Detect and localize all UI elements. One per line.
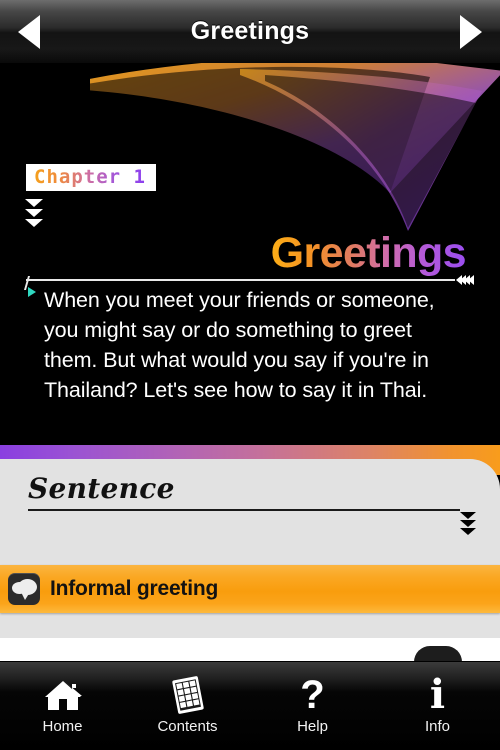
triangle-left-icon (18, 14, 40, 49)
tab-home[interactable]: Home (0, 662, 125, 750)
play-marker-icon (28, 287, 36, 297)
app-root: Greetings Chapter 1 Greetings When you m… (0, 0, 500, 750)
list-item[interactable]: Informal greeting (0, 565, 500, 613)
chevron-double-down-icon[interactable] (460, 512, 476, 535)
next-item-bump (414, 646, 462, 662)
chapter-badge: Chapter 1 (26, 164, 156, 192)
list-item-label: Informal greeting (50, 577, 219, 600)
tab-label: Home (42, 718, 83, 735)
tab-contents[interactable]: Contents (125, 662, 250, 750)
chevron-left-group-icon (456, 275, 474, 285)
info-i-icon: i (430, 674, 445, 716)
info-i-glyph: i (429, 671, 446, 718)
rule-line (26, 279, 455, 281)
question-mark-glyph: ? (300, 673, 325, 717)
chevron-double-down-icon (25, 199, 43, 227)
chapter-badge-label: Chapter 1 (34, 166, 146, 188)
sentence-header: Sentence (0, 472, 500, 535)
title-rule (26, 275, 474, 285)
tab-help[interactable]: ? Help (250, 662, 375, 750)
next-button[interactable] (452, 14, 482, 49)
lesson-title: Greetings (270, 229, 467, 277)
tab-label: Info (424, 718, 451, 735)
tab-info[interactable]: i Info (375, 662, 500, 750)
prev-button[interactable] (18, 14, 48, 49)
panel-bottom-band (0, 638, 500, 662)
tab-label: Contents (157, 718, 218, 735)
speech-bubbles-icon (8, 573, 40, 605)
sentence-label: Sentence (28, 472, 175, 505)
grid-contents-icon (167, 674, 209, 716)
page-title: Greetings (190, 17, 310, 45)
tab-bar: Home Contents ? Help i Info (0, 661, 500, 750)
lesson-intro-area: Chapter 1 Greetings When you meet your f… (0, 63, 500, 445)
tab-label: Help (297, 718, 328, 735)
sentence-underline (28, 509, 460, 511)
header-bar: Greetings (0, 0, 500, 63)
lesson-body-text: When you meet your friends or someone, y… (44, 288, 435, 402)
home-icon (42, 674, 84, 716)
triangle-right-icon (460, 14, 482, 49)
question-mark-icon: ? (300, 674, 324, 716)
